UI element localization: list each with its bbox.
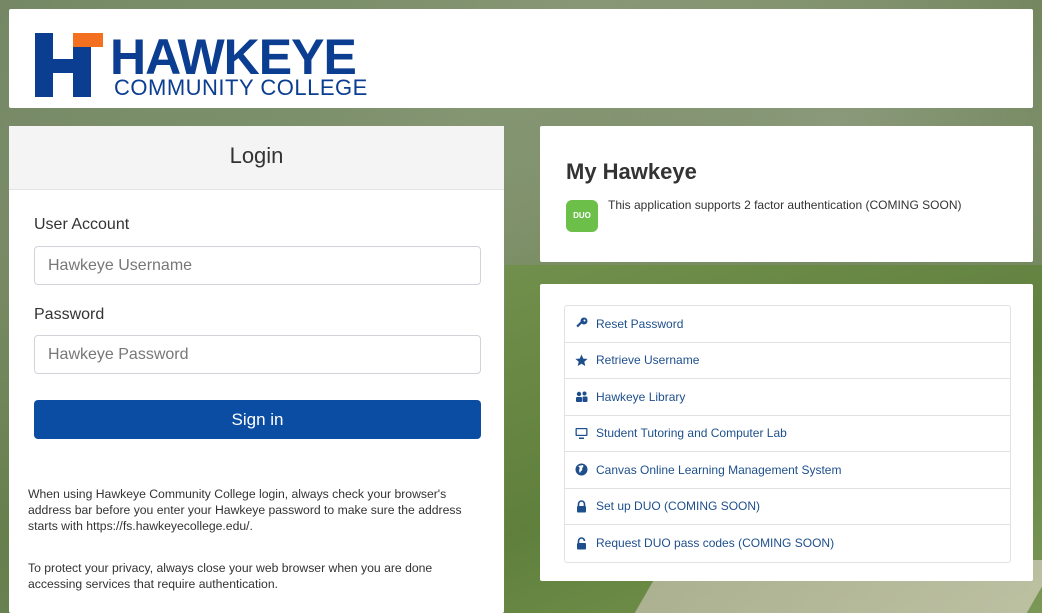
link-label: Retrieve Username	[596, 353, 700, 368]
link-request-duo-passcodes[interactable]: Request DUO pass codes (COMING SOON)	[565, 525, 1010, 562]
links-list: Reset Password Retrieve Username Hawkeye…	[564, 305, 1011, 563]
sign-in-button[interactable]: Sign in	[34, 400, 481, 439]
users-icon	[575, 390, 588, 403]
header: HAWKEYE COMMUNITY COLLEGE	[9, 9, 1033, 108]
password-input[interactable]	[34, 335, 481, 374]
globe-icon	[575, 463, 588, 476]
login-card: Login User Account Password Sign in When…	[9, 126, 504, 613]
link-reset-password[interactable]: Reset Password	[565, 306, 1010, 343]
star-icon	[575, 354, 588, 367]
login-title: Login	[229, 143, 284, 168]
link-label: Set up DUO (COMING SOON)	[596, 499, 761, 514]
duo-icon: DUO	[566, 200, 598, 232]
lock-icon	[575, 500, 588, 513]
link-retrieve-username[interactable]: Retrieve Username	[565, 343, 1010, 379]
link-label: Hawkeye Library	[596, 389, 686, 404]
logo-h-mark-icon	[35, 33, 103, 97]
link-tutoring-computer-lab[interactable]: Student Tutoring and Computer Lab	[565, 416, 1010, 452]
password-label: Password	[34, 306, 105, 323]
key-icon	[575, 317, 588, 330]
link-label: Canvas Online Learning Management System	[596, 462, 842, 477]
my-hawkeye-title: My Hawkeye	[566, 159, 697, 184]
link-label: Reset Password	[596, 316, 684, 331]
logo-name: HAWKEYE	[110, 29, 357, 85]
link-setup-duo[interactable]: Set up DUO (COMING SOON)	[565, 489, 1010, 525]
link-hawkeye-library[interactable]: Hawkeye Library	[565, 379, 1010, 416]
username-input[interactable]	[34, 246, 481, 285]
user-account-label: User Account	[34, 216, 130, 233]
links-card: Reset Password Retrieve Username Hawkeye…	[540, 284, 1033, 581]
unlock-icon	[575, 537, 588, 550]
login-header: Login	[9, 126, 504, 190]
hawkeye-logo[interactable]: HAWKEYE COMMUNITY COLLEGE	[35, 29, 395, 100]
link-label: Request DUO pass codes (COMING SOON)	[596, 536, 835, 551]
my-hawkeye-card: My Hawkeye DUO This application supports…	[540, 126, 1033, 262]
security-note: When using Hawkeye Community College log…	[28, 487, 462, 533]
privacy-note: To protect your privacy, always close yo…	[28, 561, 433, 591]
duo-info-text: This application supports 2 factor authe…	[608, 198, 962, 212]
link-canvas-lms[interactable]: Canvas Online Learning Management System	[565, 452, 1010, 489]
monitor-icon	[575, 427, 588, 440]
link-label: Student Tutoring and Computer Lab	[596, 426, 787, 441]
logo-subtitle: COMMUNITY COLLEGE	[114, 75, 368, 100]
